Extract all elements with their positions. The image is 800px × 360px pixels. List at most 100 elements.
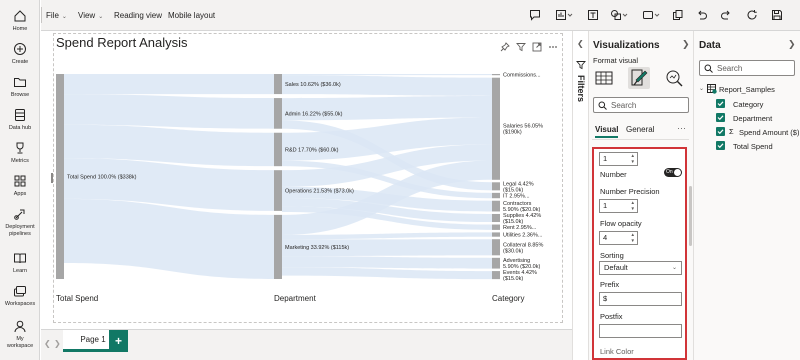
nav-label: Metrics <box>11 158 29 164</box>
sankey-node-label: ($15.0k) <box>503 187 523 193</box>
save-icon[interactable] <box>771 9 783 22</box>
tab-visual[interactable]: Visual <box>595 125 619 138</box>
home-icon <box>0 9 40 25</box>
learn-icon <box>0 251 40 267</box>
more-options-icon[interactable]: ··· <box>677 123 686 133</box>
data-title: Data <box>699 40 721 51</box>
filters-pane-collapsed[interactable]: ❮ Filters <box>572 31 589 360</box>
nav-label: Apps <box>13 191 27 197</box>
sankey-link <box>282 256 492 269</box>
add-page-button[interactable]: + <box>109 330 128 352</box>
stepper-value: 1 <box>603 154 608 163</box>
sankey-node-label: ($190k) <box>503 130 522 136</box>
sankey-node-category <box>492 74 500 76</box>
number-precision-label: Number Precision <box>600 187 660 196</box>
mobile-layout-button[interactable]: Mobile layout <box>168 11 215 20</box>
field-spend-amount[interactable]: Σ Spend Amount ($) <box>716 126 800 138</box>
sorting-selected-value: Default <box>604 263 628 272</box>
postfix-input[interactable] <box>599 324 682 338</box>
sankey-node-label: ($15.0k) <box>503 219 523 225</box>
nav-data-hub[interactable]: Data hub <box>0 108 40 132</box>
field-category[interactable]: Category <box>716 98 800 110</box>
collapse-chevron-icon[interactable]: ❯ <box>682 39 690 50</box>
field-department[interactable]: Department <box>716 112 800 124</box>
chevron-down-icon: ⌄ <box>61 14 67 20</box>
field-total-spend[interactable]: Total Spend <box>716 140 800 152</box>
redo-icon[interactable] <box>720 9 732 22</box>
visualizations-search-input[interactable]: Search <box>593 97 689 113</box>
sankey-node-label: Admin 16.22% ($55.0k) <box>285 111 343 117</box>
shapes-icon[interactable] <box>610 9 628 22</box>
collapse-chevron-icon[interactable]: ❯ <box>788 39 796 50</box>
report-editor: { "nav": { "items": [ {"key": "home", "i… <box>0 0 800 360</box>
flow-opacity-stepper[interactable]: 4 ▲ ▼ <box>599 231 638 245</box>
sorting-dropdown[interactable]: Default ⌄ <box>599 261 682 275</box>
nav-metrics[interactable]: Metrics <box>0 141 40 165</box>
browse-icon <box>0 75 40 91</box>
prefix-input[interactable]: $ <box>599 292 682 306</box>
stepper-arrows-icon[interactable]: ▲ ▼ <box>631 153 635 165</box>
nav-label: Home <box>12 26 28 32</box>
scrollbar[interactable] <box>689 186 692 246</box>
nav-home[interactable]: Home <box>0 9 40 33</box>
nav-my-workspace[interactable]: My workspace <box>0 319 40 350</box>
filter-icon <box>576 57 586 75</box>
prefix-label: Prefix <box>600 280 620 289</box>
value-stepper[interactable]: 1 ▲ ▼ <box>599 152 638 166</box>
copy-icon[interactable] <box>672 9 684 22</box>
stepper-arrows-icon[interactable]: ▲ ▼ <box>631 232 635 244</box>
data-search-input[interactable]: Search <box>699 60 795 76</box>
sankey-visual[interactable]: Spend Report Analysis Total Spend 100.0%… <box>53 33 563 323</box>
sankey-node-department <box>274 98 282 129</box>
menu-divider <box>41 7 42 23</box>
nav-learn[interactable]: Learn <box>0 251 40 275</box>
nav-browse[interactable]: Browse <box>0 75 40 99</box>
table-item[interactable]: ⌄ Report_Samples <box>699 83 799 96</box>
analytics-magnifier-icon <box>666 70 683 87</box>
nav-deployment-pipelines[interactable]: Deployment pipelines <box>0 207 40 238</box>
sankey-node-department <box>274 170 282 211</box>
file-menu[interactable]: File ⌄ <box>46 11 67 20</box>
sankey-node-label: Operations 21.53% ($73.0k) <box>285 189 354 195</box>
number-toggle[interactable]: On <box>664 168 682 177</box>
visual-icon[interactable] <box>555 9 573 22</box>
menu-bar: File ⌄ View ⌄ Reading view Mobile layout <box>41 0 800 31</box>
left-navigation: Home Create Browse Data hub Metrics Apps… <box>0 0 40 360</box>
reading-view-button[interactable]: Reading view <box>114 11 162 20</box>
search-placeholder: Search <box>717 64 743 73</box>
checkbox-checked-icon[interactable] <box>716 113 725 122</box>
stepper-arrows-icon[interactable]: ▲ ▼ <box>631 200 635 212</box>
nav-workspaces[interactable]: Workspaces <box>0 284 40 308</box>
data-pane: Data ❯ Search ⌄ Report_Samples Category … <box>694 31 800 360</box>
view-menu[interactable]: View ⌄ <box>78 11 103 20</box>
chevron-down-icon[interactable]: ⌄ <box>699 85 704 92</box>
format-visual-button[interactable] <box>628 67 650 89</box>
sankey-node-label: R&D 17.70% ($60.0k) <box>285 147 339 153</box>
refresh-icon[interactable] <box>746 9 758 22</box>
buttons-icon[interactable] <box>642 9 660 22</box>
number-precision-stepper[interactable]: 1 ▲ ▼ <box>599 199 638 213</box>
tab-divider <box>592 139 689 140</box>
sankey-node-label: ($30.0k) <box>503 248 523 254</box>
sankey-node-label: Commissions... <box>503 73 541 79</box>
chevron-down-icon: ⌄ <box>98 14 104 20</box>
previous-page-icon[interactable]: ❮ <box>44 339 51 348</box>
tab-general[interactable]: General <box>626 125 654 134</box>
sankey-node-category <box>492 213 500 223</box>
analytics-button[interactable] <box>663 67 685 89</box>
build-visual-button[interactable] <box>593 67 615 89</box>
comment-icon[interactable] <box>529 9 541 22</box>
text-box-icon[interactable] <box>587 9 599 22</box>
checkbox-checked-icon[interactable] <box>716 141 725 150</box>
checkbox-checked-icon[interactable] <box>716 99 725 108</box>
nav-apps[interactable]: Apps <box>0 174 40 198</box>
nav-create[interactable]: Create <box>0 42 40 66</box>
my-workspace-icon <box>0 319 40 335</box>
expand-chevron-icon[interactable]: ❮ <box>577 39 584 48</box>
sankey-link <box>282 74 492 76</box>
undo-icon[interactable] <box>696 9 708 22</box>
resize-handle-left[interactable] <box>51 173 53 183</box>
next-page-icon[interactable]: ❯ <box>54 339 61 348</box>
checkbox-checked-icon[interactable] <box>716 127 725 136</box>
sankey-node-total-spend <box>56 74 64 279</box>
